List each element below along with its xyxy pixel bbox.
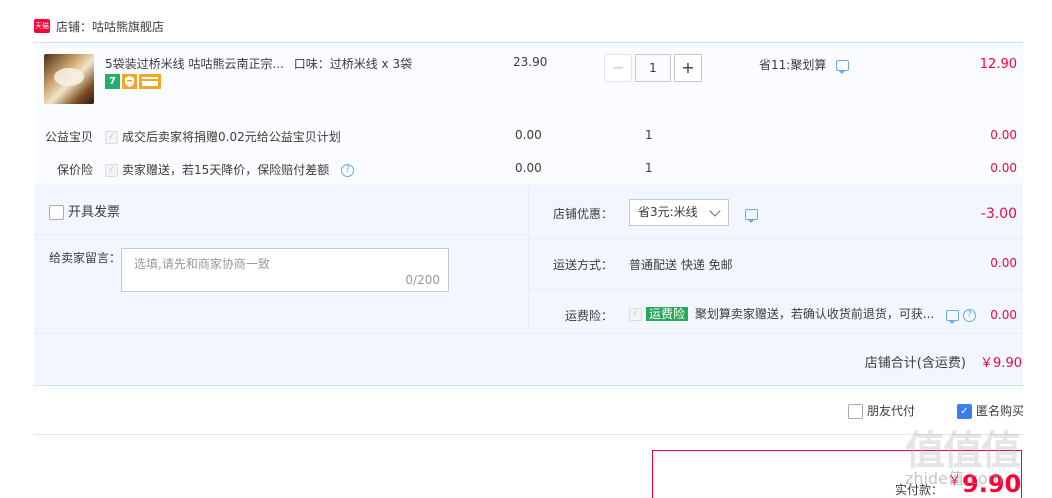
anonymous-checkbox[interactable]: ✓ — [957, 404, 972, 419]
quantity-stepper: − 1 + — [604, 54, 702, 82]
shop-total-label: 店铺合计(含运费) — [864, 356, 966, 371]
charity-label: 公益宝贝 — [45, 130, 94, 144]
product-title-link[interactable]: 5袋装过桥米线 咕咕熊云南正宗... — [105, 57, 284, 71]
note-placeholder: 选填,请先和商家协商一致 — [134, 257, 270, 271]
price-protect-checkbox: ✓ — [105, 164, 118, 177]
shop-discount-value: 省3元:米线 — [638, 205, 698, 219]
row-divider — [34, 333, 1023, 334]
shop-discount-amount: -3.00 — [980, 206, 1017, 222]
increase-quantity-button[interactable]: + — [674, 54, 702, 82]
invoice-checkbox[interactable] — [49, 205, 64, 220]
shipping-amount: 0.00 — [990, 256, 1017, 270]
chevron-down-icon — [709, 205, 721, 217]
invoice-label: 开具发票 — [68, 205, 121, 220]
charity-price: 0.00 — [515, 128, 542, 142]
price-protect-total: 0.00 — [990, 161, 1017, 175]
product-title-row: 5袋装过桥米线 咕咕熊云南正宗... 口味：过桥米线 x 3袋 — [105, 55, 412, 72]
charity-total: 0.00 — [990, 128, 1017, 142]
shop-discount-label: 店铺优惠： — [553, 207, 614, 221]
product-thumbnail[interactable] — [44, 54, 94, 104]
charity-text: 成交后卖家将捐赠0.02元给公益宝贝计划 — [122, 130, 341, 144]
price-protect-label: 保价险 — [57, 163, 94, 177]
shipping-insurance-icons: ? — [946, 308, 976, 324]
column-divider — [528, 186, 529, 332]
help-icon[interactable]: ? — [341, 164, 355, 177]
chat-icon[interactable] — [745, 209, 758, 223]
decrease-quantity-button[interactable]: − — [604, 54, 632, 82]
price-protect-price: 0.00 — [515, 161, 542, 175]
friend-pay-option[interactable]: 朋友代付 — [848, 402, 915, 419]
anonymous-option[interactable]: ✓ 匿名购买 — [957, 402, 1024, 419]
watermark-site: zhide值.com — [905, 469, 1004, 488]
shop-header: 天猫 店铺：咕咕熊旗舰店 — [34, 16, 164, 36]
friend-pay-checkbox[interactable] — [848, 404, 863, 419]
note-label: 给卖家留言： — [49, 251, 122, 265]
promo-label: 省11:聚划算 — [759, 58, 827, 72]
item-subtotal: 12.90 — [979, 57, 1017, 72]
service-badges: 7 — [105, 74, 161, 89]
shop-total-amount: ￥9.90 — [980, 356, 1022, 371]
divider — [34, 434, 1023, 435]
credit-card-icon[interactable] — [139, 74, 161, 89]
price-protect-option: ✓ 卖家赠送，若15天降价，保险赔付差额 ? — [105, 161, 355, 178]
shipping-insurance-text: 聚划算卖家赠送，若确认收货前退货，可获... — [694, 307, 935, 321]
shipping-label: 运送方式： — [553, 258, 614, 272]
seven-day-return-icon[interactable]: 7 — [105, 74, 120, 89]
quantity-input[interactable]: 1 — [635, 54, 671, 82]
price-protect-qty: 1 — [645, 161, 653, 175]
shipping-method: 普通配送 快递 免邮 — [629, 258, 733, 272]
promo-info: 省11:聚划算 — [759, 56, 850, 74]
shipping-insurance-label: 运费险： — [565, 309, 614, 323]
charity-qty: 1 — [645, 128, 653, 142]
note-char-count: 0/200 — [405, 273, 440, 287]
help-icon[interactable]: ? — [962, 309, 976, 322]
charity-checkbox: ✓ — [105, 131, 118, 144]
row-divider — [34, 234, 528, 235]
anonymous-label: 匿名购买 — [976, 404, 1025, 418]
shipping-insurance-tag: 运费险 — [646, 307, 689, 321]
chat-icon[interactable] — [946, 310, 959, 324]
chat-icon[interactable] — [836, 60, 850, 74]
tmall-icon: 天猫 — [34, 19, 50, 33]
friend-pay-label: 朋友代付 — [867, 404, 916, 418]
shipping-insurance-option: ✓ 运费险 聚划算卖家赠送，若确认收货前退货，可获... — [629, 305, 934, 322]
shop-name-link[interactable]: 店铺：咕咕熊旗舰店 — [56, 18, 164, 35]
shop-total: 店铺合计(含运费) ￥9.90 — [865, 352, 1022, 371]
shipping-insurance-amount: 0.00 — [990, 308, 1017, 322]
invoice-option[interactable]: 开具发票 — [49, 201, 120, 220]
shipping-insurance-checkbox: ✓ — [629, 308, 642, 321]
price-protect-text: 卖家赠送，若15天降价，保险赔付差额 — [122, 163, 330, 177]
row-divider — [529, 289, 1023, 290]
charity-option: ✓ 成交后卖家将捐赠0.02元给公益宝贝计划 — [105, 128, 341, 145]
shop-discount-select[interactable]: 省3元:米线 — [629, 199, 729, 226]
row-divider — [529, 238, 1023, 239]
seller-note-input[interactable]: 选填,请先和商家协商一致 0/200 — [121, 248, 449, 292]
unit-price: 23.90 — [513, 55, 548, 69]
product-flavor: 口味：过桥米线 x 3袋 — [293, 57, 413, 71]
shield-icon[interactable] — [122, 74, 137, 89]
